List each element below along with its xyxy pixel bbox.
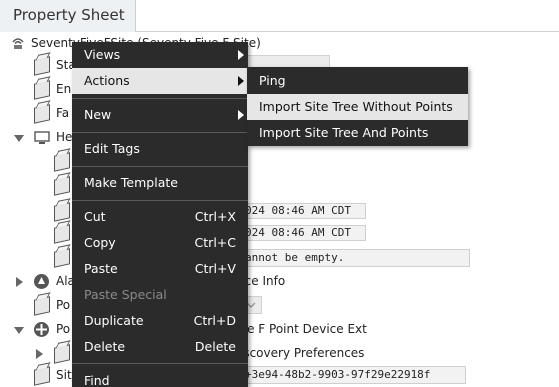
menu-separator: [72, 98, 248, 99]
tree-row-label: Po: [56, 298, 71, 312]
menu-separator: [72, 132, 248, 133]
alarm-icon: [33, 273, 50, 290]
expand-toggle-icon[interactable]: [16, 277, 23, 287]
menu-separator: [72, 363, 248, 364]
component-icon: [34, 104, 50, 124]
timestamp-field[interactable]: 024 08:46 AM CDT: [240, 203, 366, 219]
site-id-field[interactable]: +3e94-48b2-9903-97f29e22918f: [240, 366, 466, 384]
expand-toggle-icon[interactable]: [14, 135, 24, 142]
menu-separator: [72, 166, 248, 167]
tree-row-label: Sit: [56, 368, 72, 382]
submenu-item-import-without-points[interactable]: Import Site Tree Without Points: [247, 94, 468, 120]
component-icon: [54, 176, 70, 196]
menu-item-duplicate[interactable]: Duplicate Ctrl+D: [72, 308, 248, 334]
actions-submenu: Ping Import Site Tree Without Points Imp…: [247, 67, 468, 146]
submenu-item-ping[interactable]: Ping: [247, 68, 468, 94]
shortcut-label: Ctrl+C: [194, 235, 236, 250]
menu-item-paste[interactable]: Paste Ctrl+V: [72, 256, 248, 282]
component-icon: [54, 152, 70, 172]
menu-item-new[interactable]: New: [72, 102, 248, 128]
menu-item-edit-tags[interactable]: Edit Tags: [72, 136, 248, 162]
menu-item-views[interactable]: Views: [72, 42, 248, 68]
menu-item-find[interactable]: Find: [72, 368, 248, 387]
point-device-ext-value: ve F Point Device Ext: [240, 322, 367, 336]
menu-item-make-template[interactable]: Make Template: [72, 170, 248, 196]
tab-property-sheet[interactable]: Property Sheet: [0, 0, 136, 32]
tree-row-label: En: [56, 82, 72, 96]
submenu-arrow-icon: [238, 50, 244, 60]
menu-item-delete[interactable]: Delete Delete: [72, 334, 248, 360]
expand-toggle-icon[interactable]: [36, 349, 43, 359]
menu-item-paste-special: Paste Special: [84, 287, 167, 302]
component-icon: [34, 56, 50, 76]
tree-row-label: Po: [56, 322, 71, 336]
shortcut-label: Ctrl+D: [193, 313, 236, 328]
shortcut-label: Ctrl+X: [194, 209, 236, 224]
component-icon: [54, 202, 70, 222]
discovery-preferences-value: iscovery Preferences: [240, 346, 365, 360]
component-icon: [34, 366, 50, 386]
tree-row-label: Fa: [56, 106, 70, 120]
computer-icon: [34, 130, 50, 146]
component-icon: [34, 80, 50, 100]
menu-item-cut[interactable]: Cut Ctrl+X: [72, 204, 248, 230]
menu-separator: [72, 200, 248, 201]
tab-bar: Property Sheet: [0, 0, 559, 32]
tree-row-label: He: [56, 130, 73, 144]
component-icon: [34, 296, 50, 316]
fault-cause-field[interactable]: annot be empty.: [240, 249, 470, 267]
component-icon: [54, 344, 70, 364]
menu-item-copy[interactable]: Copy Ctrl+C: [72, 230, 248, 256]
shortcut-label: Ctrl+V: [194, 261, 236, 276]
site-icon: [11, 36, 25, 50]
submenu-item-import-with-points[interactable]: Import Site Tree And Points: [247, 120, 468, 146]
device-ext-icon: [33, 321, 50, 338]
submenu-arrow-icon: [238, 76, 244, 86]
component-icon: [54, 224, 70, 244]
context-menu: Views Actions New Edit Tags Make Templat…: [72, 42, 248, 387]
shortcut-label: Delete: [194, 339, 236, 354]
menu-item-actions[interactable]: Actions: [72, 68, 248, 94]
expand-toggle-icon[interactable]: [14, 327, 24, 334]
timestamp-field[interactable]: 024 08:46 AM CDT: [240, 225, 366, 241]
submenu-arrow-icon: [238, 110, 244, 120]
component-icon: [54, 248, 70, 268]
